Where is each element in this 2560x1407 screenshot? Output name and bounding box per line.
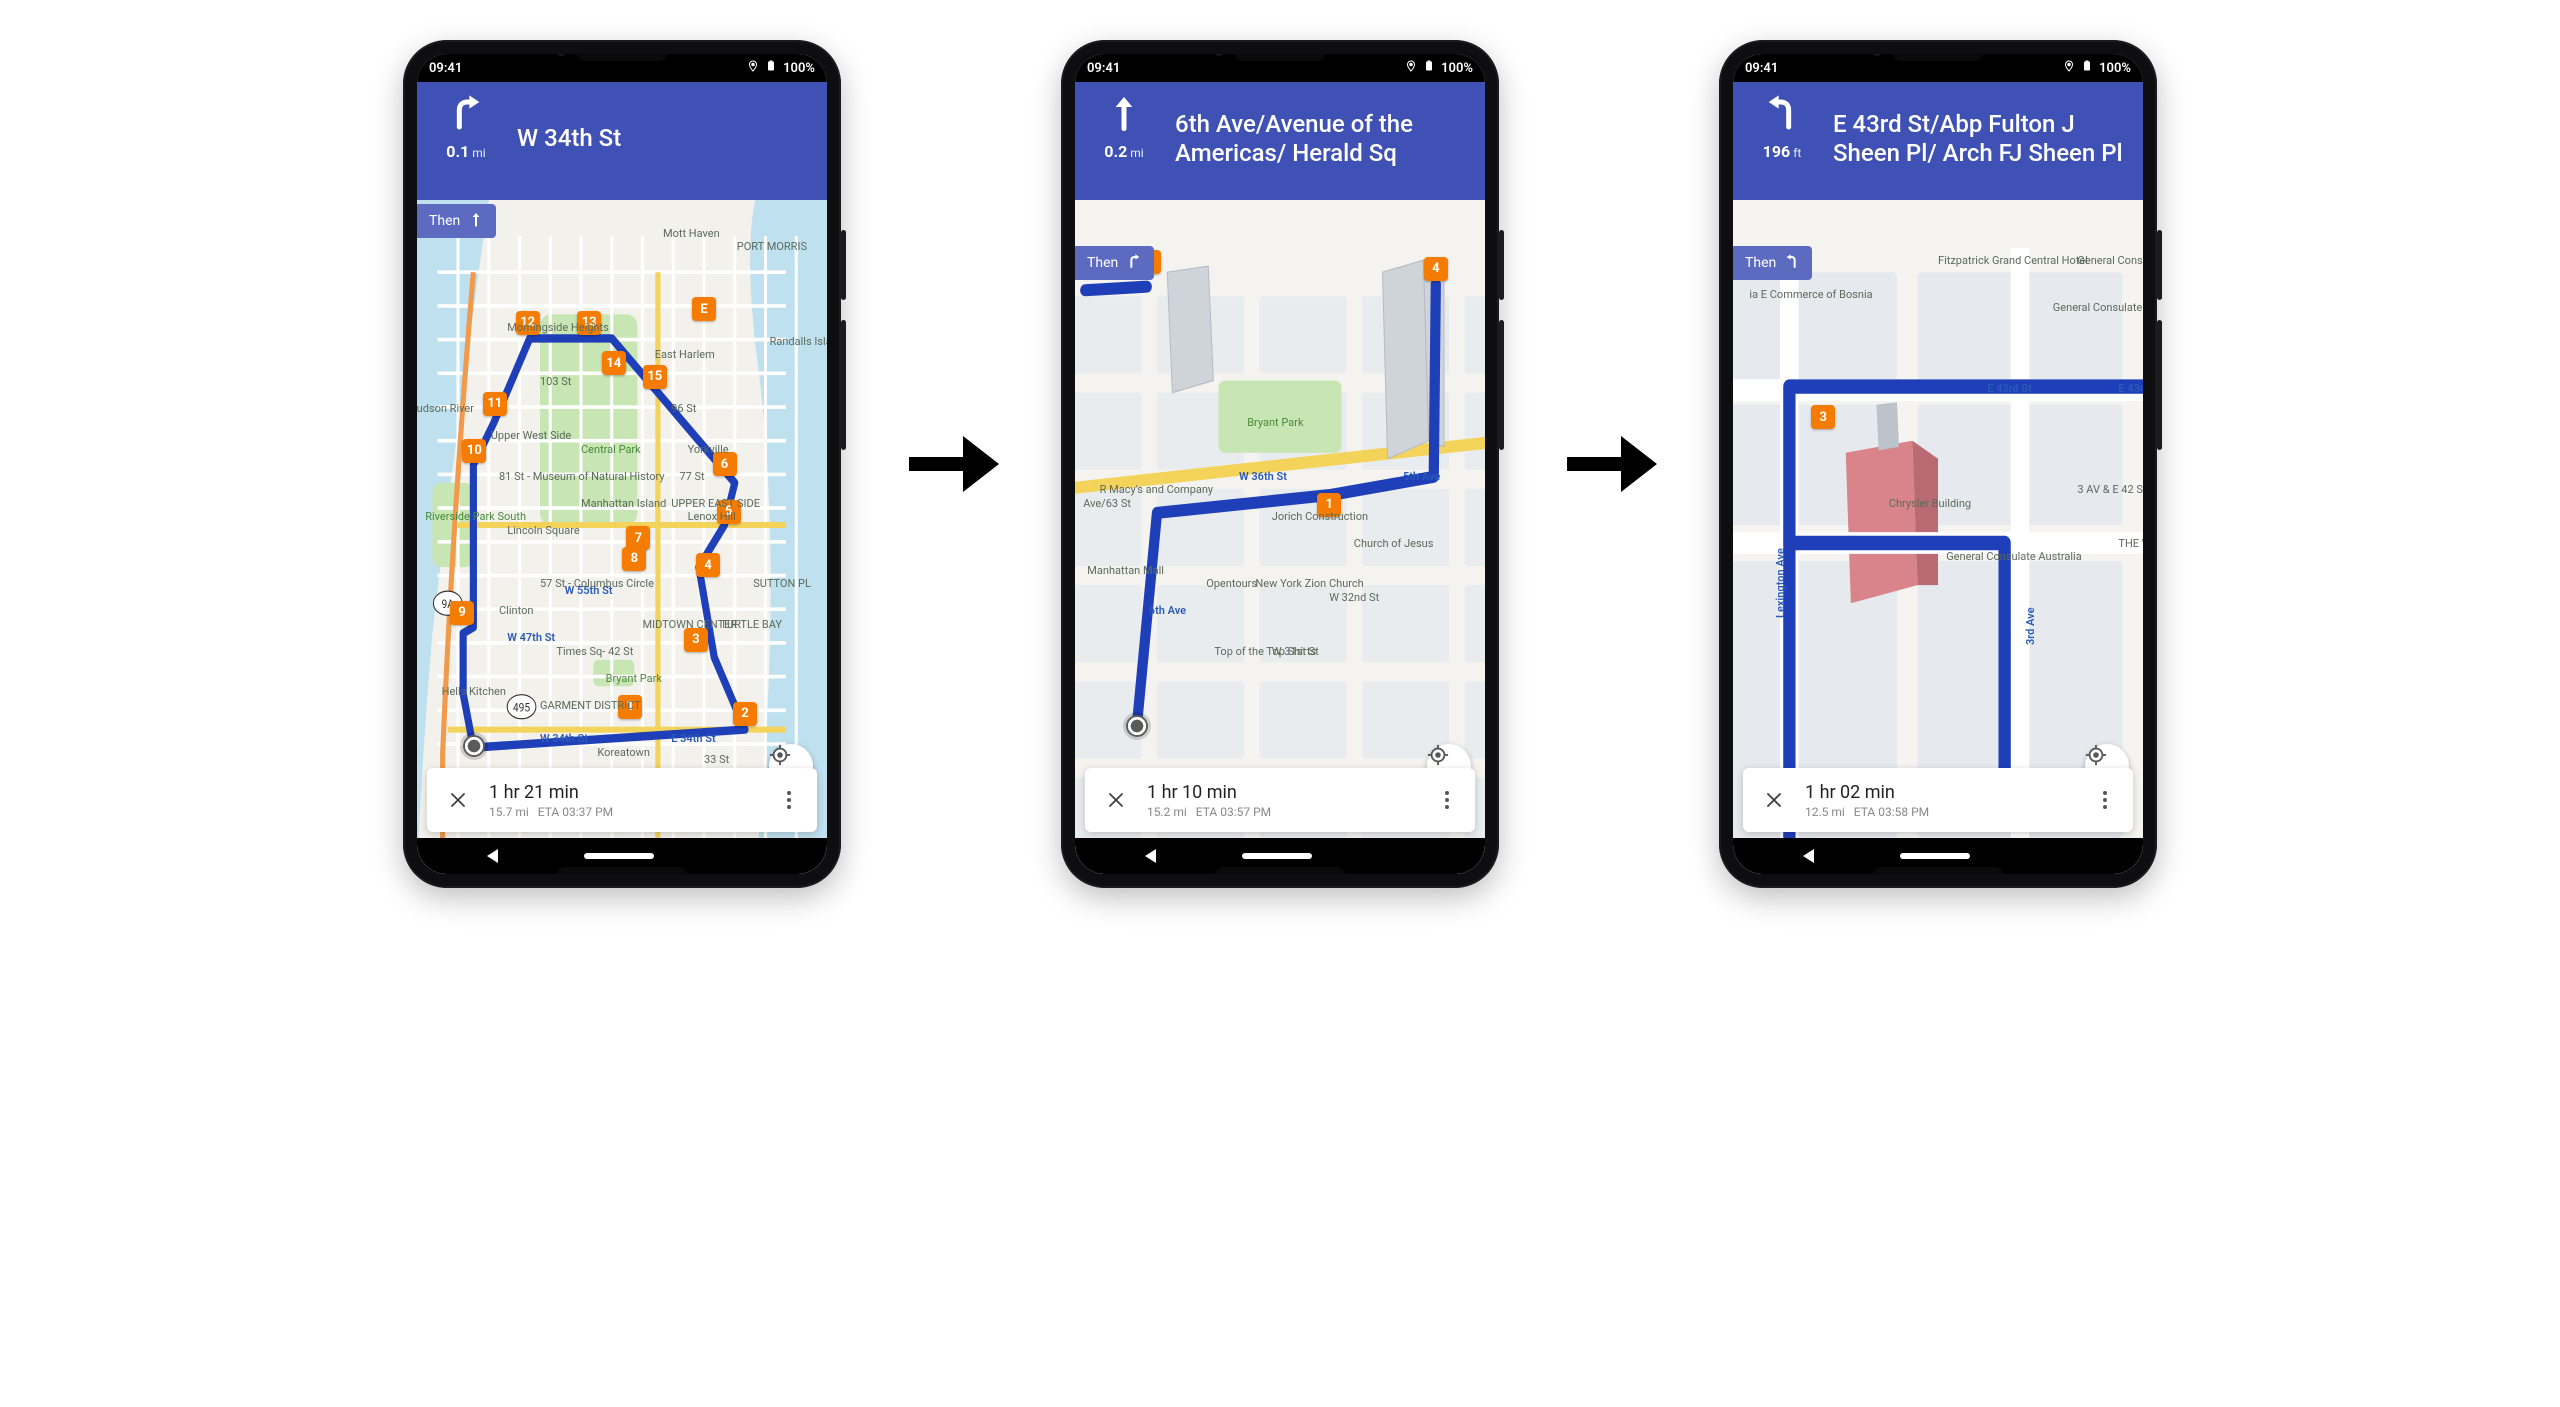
recents-icon[interactable]	[740, 848, 757, 865]
route-summary-info: 1 hr 02 min 12.5 mi ETA 03:58 PM	[1805, 782, 2093, 819]
navigation-header[interactable]: 0.2mi 6th Ave/Avenue of the Americas/ He…	[1075, 82, 1485, 200]
close-navigation-button[interactable]	[443, 791, 473, 809]
waypoint-marker[interactable]: 5	[717, 500, 741, 524]
battery-icon	[2081, 60, 2093, 76]
street-name: 6th Ave/Avenue of the Americas/ Herald S…	[1175, 110, 1471, 169]
phone-frame: 09:41 100% 0.2mi	[1061, 40, 1499, 888]
back-icon[interactable]	[487, 849, 498, 863]
location-icon	[1405, 60, 1417, 76]
then-straight-icon	[468, 211, 484, 231]
phone-frame: 09:41 100% 0.1mi	[403, 40, 841, 888]
device-screen: 09:41 100% 0.1mi	[417, 54, 827, 874]
phone-frame: 09:41 100% 196ft	[1719, 40, 2157, 888]
more-options-button[interactable]	[1435, 791, 1459, 809]
location-icon	[2063, 60, 2075, 76]
more-options-button[interactable]	[2093, 791, 2117, 809]
waypoint-marker[interactable]: 6	[713, 452, 737, 476]
flow-arrow-icon	[1559, 414, 1659, 514]
current-location-dot	[1126, 715, 1148, 737]
close-navigation-button[interactable]	[1101, 791, 1131, 809]
next-maneuver-chip[interactable]: Then	[417, 204, 496, 238]
route-summary-info: 1 hr 21 min 15.7 mi ETA 03:37 PM	[489, 782, 777, 819]
waypoint-marker[interactable]: 4	[696, 553, 720, 577]
then-label: Then	[429, 213, 460, 229]
waypoint-marker[interactable]: 3	[1811, 405, 1835, 429]
remaining-distance: 15.7 mi	[489, 805, 529, 819]
back-icon[interactable]	[1145, 849, 1156, 863]
svg-text:495: 495	[513, 701, 530, 715]
home-icon[interactable]	[584, 853, 654, 859]
recents-icon[interactable]	[1398, 848, 1415, 865]
maneuver-straight-icon	[1104, 92, 1144, 136]
battery-icon	[1423, 60, 1435, 76]
route-summary-info: 1 hr 10 min 15.2 mi ETA 03:57 PM	[1147, 782, 1435, 819]
street-name: E 43rd St/Abp Fulton J Sheen Pl/ Arch FJ…	[1833, 110, 2129, 169]
waypoint-marker[interactable]: 11	[483, 392, 507, 416]
waypoint-marker[interactable]: 1	[618, 695, 642, 719]
street-name: W 34th St	[517, 124, 621, 153]
waypoint-marker[interactable]: 2	[733, 702, 757, 726]
waypoint-marker[interactable]: 3	[684, 628, 708, 652]
status-time: 09:41	[429, 61, 462, 76]
waypoint-marker[interactable]: 14	[602, 351, 626, 375]
location-icon	[747, 60, 759, 76]
then-label: Then	[1745, 255, 1776, 271]
then-turn-right-icon	[1126, 253, 1142, 273]
maneuver-distance: 0.2mi	[1104, 142, 1143, 161]
waypoint-end-marker[interactable]: E	[692, 297, 716, 321]
navigation-header[interactable]: 196ft E 43rd St/Abp Fulton J Sheen Pl/ A…	[1733, 82, 2143, 200]
remaining-time: 1 hr 10 min	[1147, 782, 1435, 803]
then-label: Then	[1087, 255, 1118, 271]
waypoint-marker[interactable]: 13	[577, 311, 601, 335]
remaining-distance: 15.2 mi	[1147, 805, 1187, 819]
next-maneuver-chip[interactable]: Then	[1075, 246, 1154, 280]
device-screen: 09:41 100% 0.2mi	[1075, 54, 1485, 874]
battery-pct: 100%	[2099, 61, 2131, 76]
close-navigation-button[interactable]	[1759, 791, 1789, 809]
waypoint-marker[interactable]: 12	[516, 311, 540, 335]
recents-icon[interactable]	[2056, 848, 2073, 865]
device-screen: 09:41 100% 196ft	[1733, 54, 2143, 874]
route-summary-bar[interactable]: 1 hr 02 min 12.5 mi ETA 03:58 PM	[1743, 768, 2133, 832]
waypoint-marker[interactable]: 4	[1424, 257, 1448, 281]
battery-icon	[765, 60, 777, 76]
route-summary-bar[interactable]: 1 hr 10 min 15.2 mi ETA 03:57 PM	[1085, 768, 1475, 832]
waypoint-marker[interactable]: 1	[1317, 493, 1341, 517]
maneuver-distance: 196ft	[1763, 142, 1802, 161]
navigation-header[interactable]: 0.1mi W 34th St	[417, 82, 827, 200]
waypoint-marker[interactable]: 8	[622, 547, 646, 571]
eta: ETA 03:58 PM	[1854, 805, 1929, 819]
waypoint-marker[interactable]: 15	[643, 365, 667, 389]
battery-pct: 100%	[783, 61, 815, 76]
home-icon[interactable]	[1900, 853, 1970, 859]
remaining-time: 1 hr 21 min	[489, 782, 777, 803]
more-options-button[interactable]	[777, 791, 801, 809]
eta: ETA 03:57 PM	[1196, 805, 1271, 819]
maneuver-turn-right-icon	[446, 92, 486, 136]
next-maneuver-chip[interactable]: Then	[1733, 246, 1812, 280]
maneuver-turn-left-icon	[1762, 92, 1802, 136]
then-turn-left-icon	[1784, 253, 1800, 273]
remaining-distance: 12.5 mi	[1805, 805, 1845, 819]
eta: ETA 03:37 PM	[538, 805, 613, 819]
route-summary-bar[interactable]: 1 hr 21 min 15.7 mi ETA 03:37 PM	[427, 768, 817, 832]
waypoint-marker[interactable]: 9	[450, 601, 474, 625]
home-icon[interactable]	[1242, 853, 1312, 859]
waypoint-marker[interactable]: 10	[462, 439, 486, 463]
maneuver-distance: 0.1mi	[446, 142, 485, 161]
battery-pct: 100%	[1441, 61, 1473, 76]
status-time: 09:41	[1745, 61, 1778, 76]
remaining-time: 1 hr 02 min	[1805, 782, 2093, 803]
status-time: 09:41	[1087, 61, 1120, 76]
flow-arrow-icon	[901, 414, 1001, 514]
back-icon[interactable]	[1803, 849, 1814, 863]
